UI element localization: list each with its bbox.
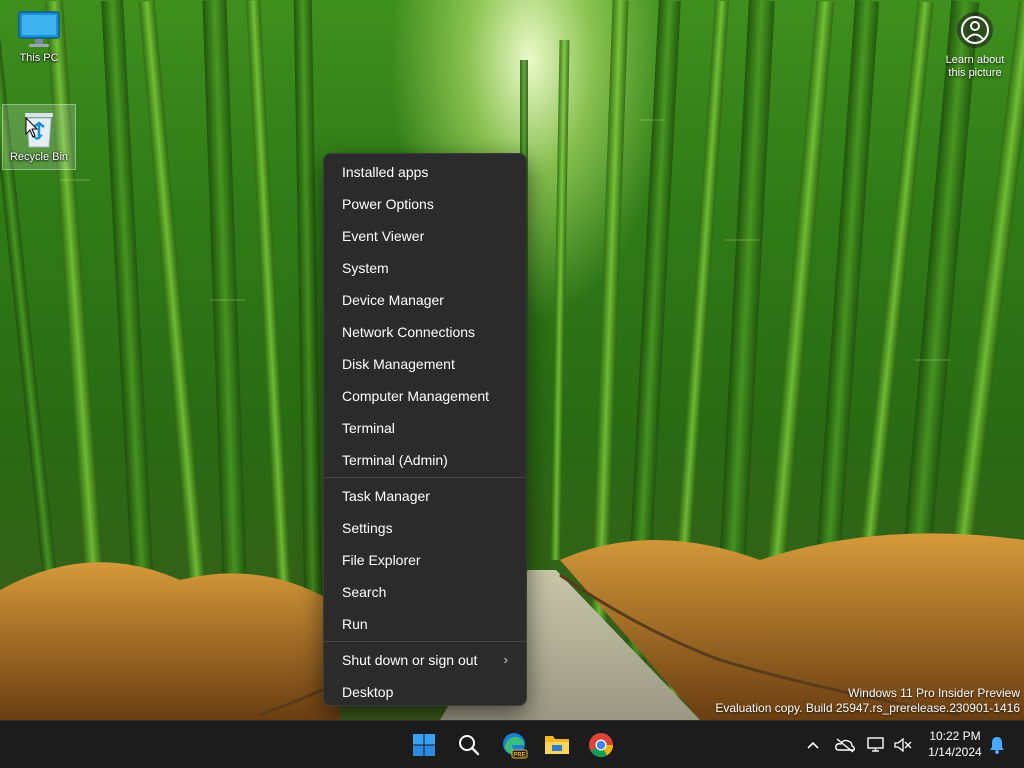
winx-context-menu: Installed apps Power Options Event Viewe… (323, 153, 527, 706)
taskbar-edge-button[interactable]: PRE (496, 727, 532, 763)
menu-item-terminal[interactable]: Terminal (328, 412, 522, 444)
network-tray-button[interactable] (864, 733, 888, 757)
taskbar: PRE 10:22 PM 1/14/2024 (0, 720, 1024, 768)
menu-item-event-viewer[interactable]: Event Viewer (328, 220, 522, 252)
menu-item-shut-down-or-sign-out[interactable]: Shut down or sign out › (328, 644, 522, 676)
menu-item-computer-management[interactable]: Computer Management (328, 380, 522, 412)
desktop-icon-this-pc[interactable]: This PC (2, 10, 76, 64)
spotlight-icon (957, 12, 993, 48)
clock-time: 10:22 PM (929, 729, 981, 743)
menu-item-settings[interactable]: Settings (328, 512, 522, 544)
folder-icon (545, 736, 569, 754)
desktop-icon-recycle-bin[interactable]: Recycle Bin (2, 104, 76, 170)
monitor-icon (18, 11, 60, 47)
shut-down-label: Shut down or sign out (342, 652, 478, 668)
this-pc-label: This PC (19, 52, 59, 64)
start-button[interactable] (406, 727, 442, 763)
volume-muted-icon (894, 737, 912, 753)
menu-item-network-connections[interactable]: Network Connections (328, 316, 522, 348)
taskbar-chrome-button[interactable] (583, 727, 619, 763)
menu-item-task-manager[interactable]: Task Manager (328, 480, 522, 512)
menu-item-search[interactable]: Search (328, 576, 522, 608)
onedrive-offline-icon (835, 738, 855, 753)
menu-item-terminal-admin[interactable]: Terminal (Admin) (328, 444, 522, 476)
menu-item-file-explorer[interactable]: File Explorer (328, 544, 522, 576)
chrome-icon (589, 733, 613, 758)
menu-separator (324, 477, 526, 478)
taskbar-file-explorer-button[interactable] (539, 727, 575, 763)
edge-pre-badge: PRE (513, 753, 525, 759)
edge-icon: PRE (503, 733, 528, 759)
search-icon (459, 735, 480, 756)
network-icon (867, 737, 884, 752)
menu-item-power-options[interactable]: Power Options (328, 188, 522, 220)
menu-item-installed-apps[interactable]: Installed apps (328, 156, 522, 188)
windows-logo-icon (413, 734, 435, 756)
clock-date: 1/14/2024 (928, 745, 982, 759)
menu-item-desktop[interactable]: Desktop (328, 676, 522, 708)
menu-item-disk-management[interactable]: Disk Management (328, 348, 522, 380)
mouse-cursor-icon (25, 117, 39, 138)
watermark-line-1: Windows 11 Pro Insider Preview (848, 686, 1020, 700)
desktop[interactable]: This PC Recycle Bin Learn about this pic… (0, 0, 1024, 720)
taskbar-search-button[interactable] (451, 727, 487, 763)
learn-about-this-picture[interactable]: Learn about this picture (936, 12, 1014, 80)
show-hidden-icons-button[interactable] (801, 733, 825, 757)
chevron-right-icon: › (503, 652, 508, 667)
bell-icon (990, 737, 1004, 754)
evaluation-watermark: Windows 11 Pro Insider Preview Evaluatio… (715, 686, 1020, 716)
chevron-up-icon (807, 741, 819, 749)
volume-tray-button[interactable] (891, 733, 915, 757)
recycle-bin-label: Recycle Bin (9, 151, 69, 163)
menu-item-device-manager[interactable]: Device Manager (328, 284, 522, 316)
menu-separator (324, 641, 526, 642)
notifications-button[interactable] (985, 733, 1009, 757)
watermark-line-2: Evaluation copy. Build 25947.rs_prerelea… (715, 701, 1020, 715)
menu-item-system[interactable]: System (328, 252, 522, 284)
onedrive-tray-button[interactable] (833, 733, 857, 757)
learn-about-label: Learn about this picture (945, 54, 1005, 79)
menu-item-run[interactable]: Run (328, 608, 522, 640)
taskbar-clock[interactable]: 10:22 PM 1/14/2024 (916, 728, 994, 760)
